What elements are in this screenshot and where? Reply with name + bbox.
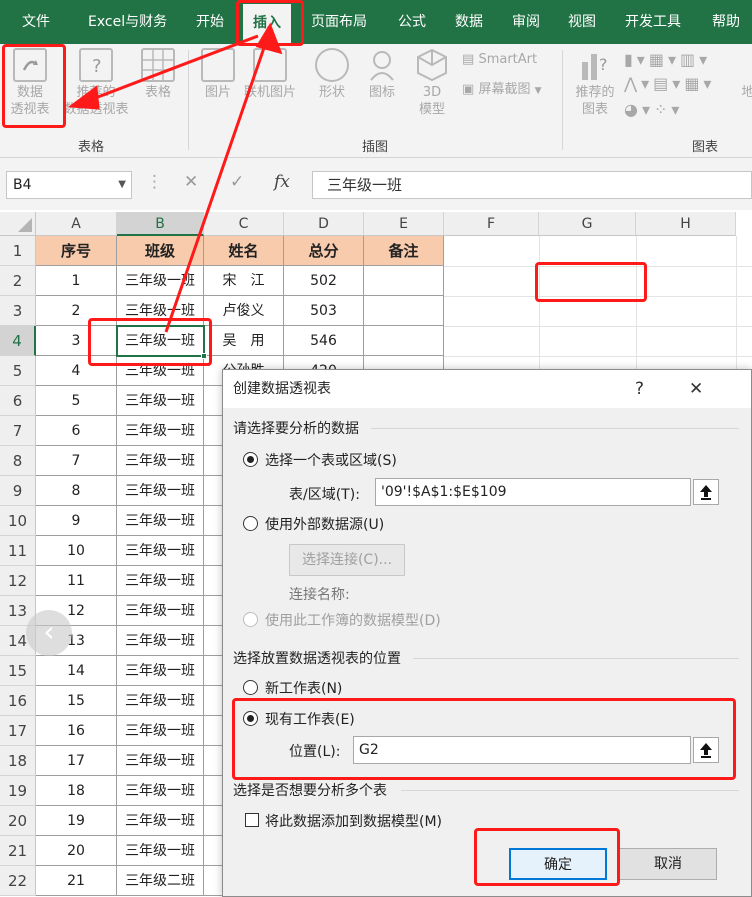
arrowhead-left-icon bbox=[67, 85, 100, 110]
annotation-arrows bbox=[67, 22, 283, 333]
arrowhead-up-icon bbox=[255, 22, 283, 55]
arrow-to-insert-tab bbox=[164, 41, 268, 333]
arrow-to-pivot-button bbox=[89, 34, 259, 102]
